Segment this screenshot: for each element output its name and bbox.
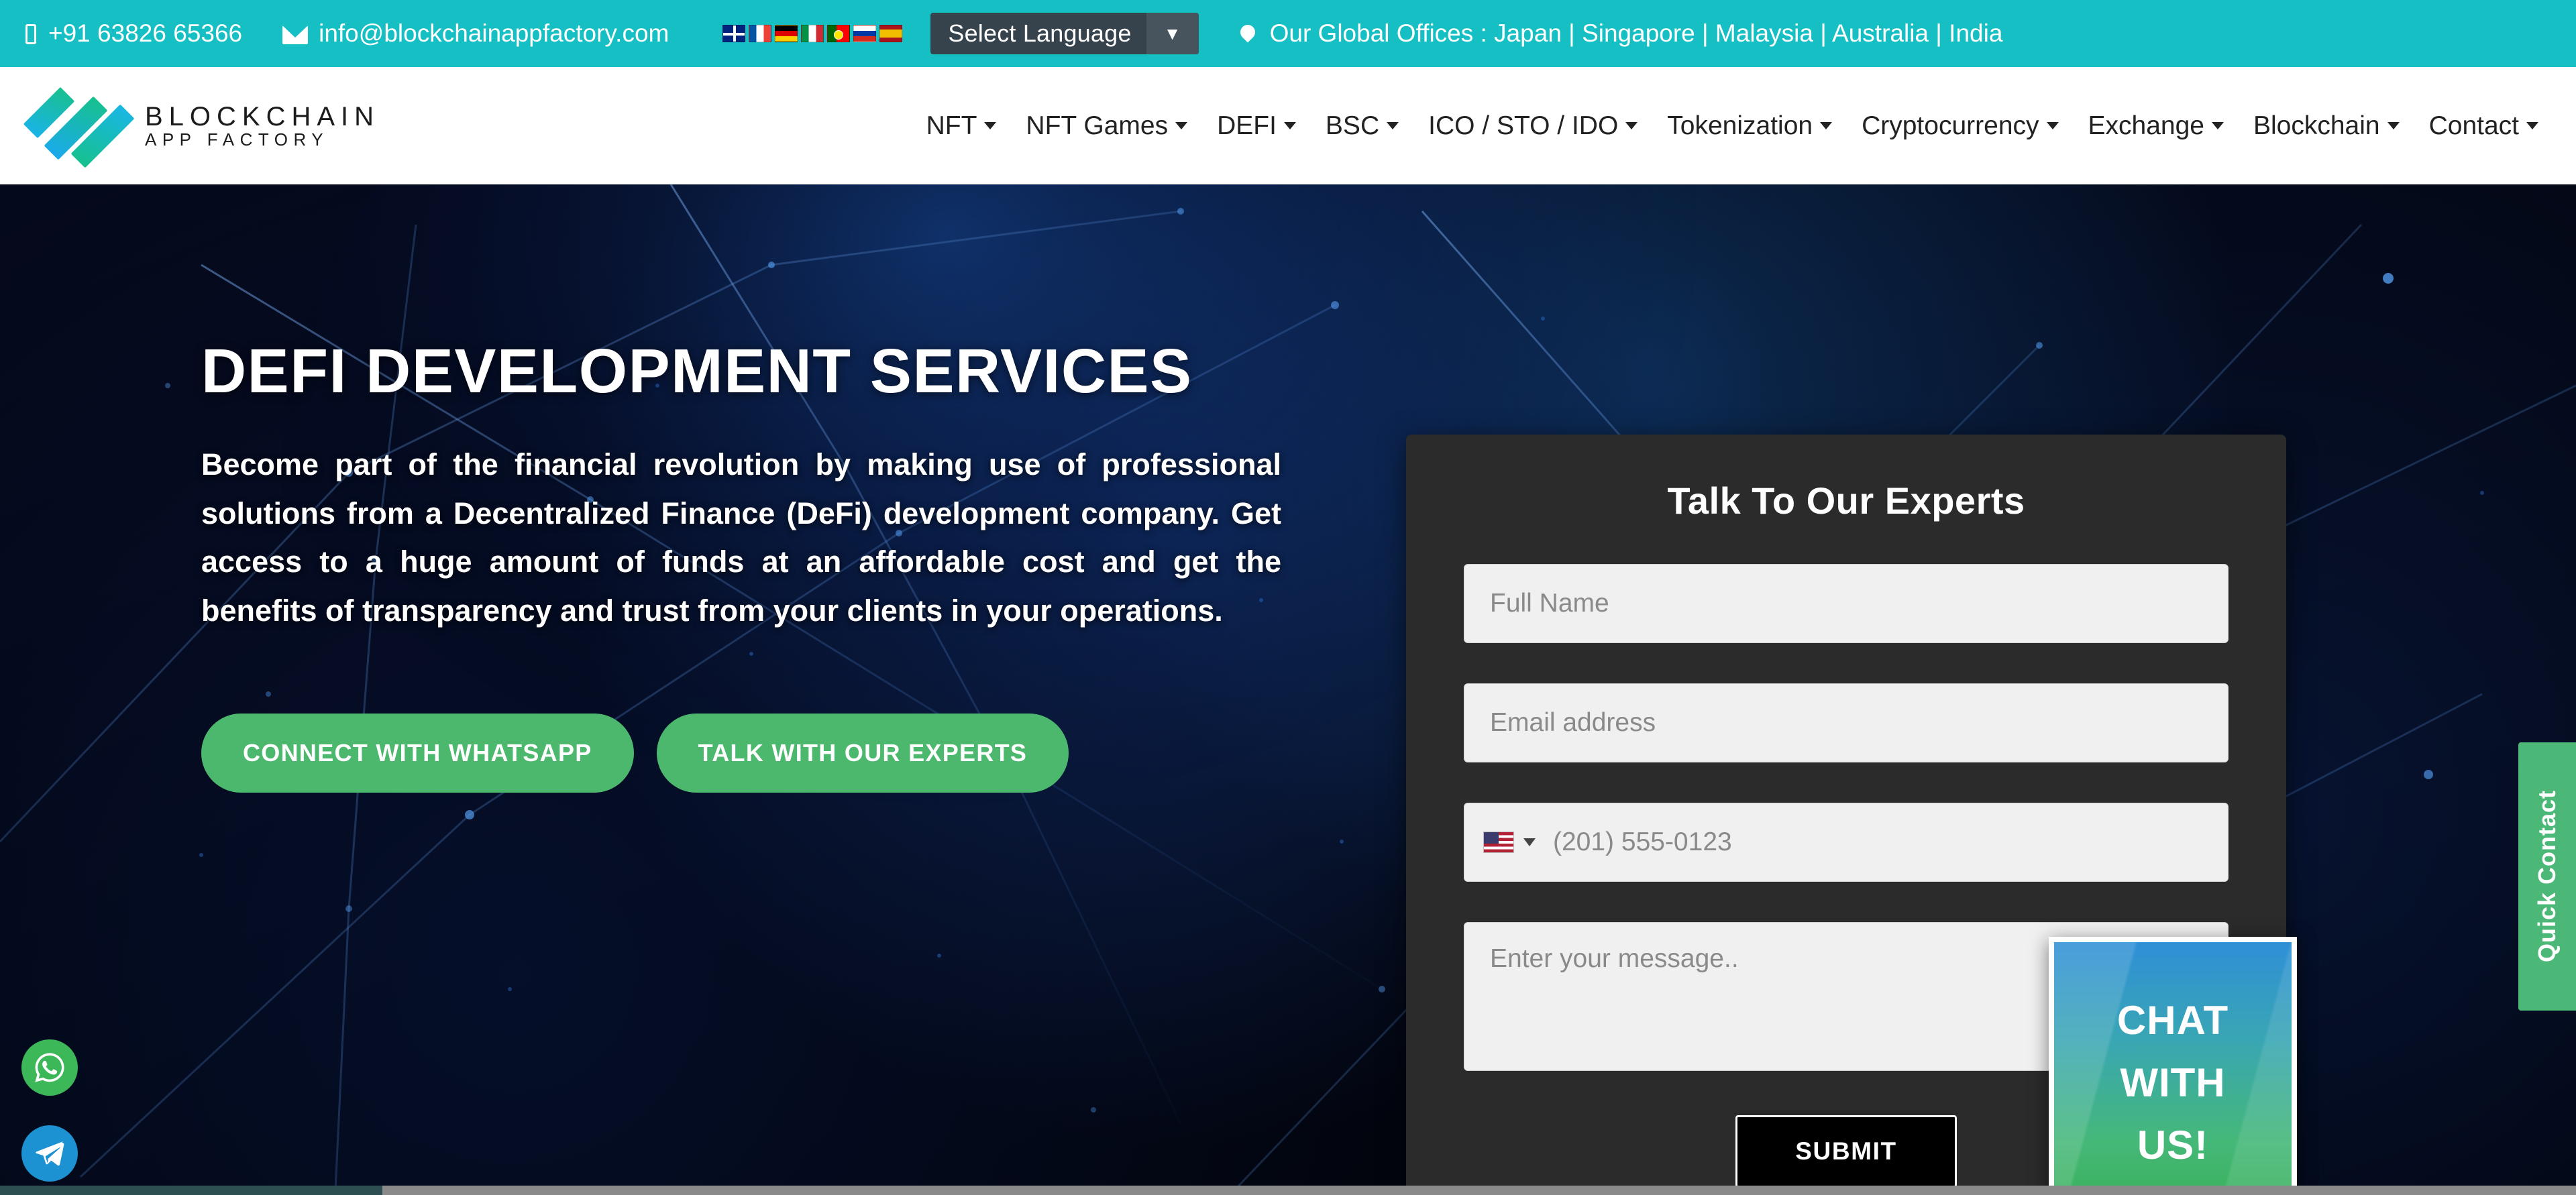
flag-italy-icon[interactable] xyxy=(801,25,824,42)
nav-item-label: Blockchain xyxy=(2253,111,2380,140)
chevron-down-icon xyxy=(984,122,997,129)
floating-social-buttons xyxy=(21,1039,78,1195)
flag-spain-icon[interactable] xyxy=(879,25,903,42)
nav-item-bsc[interactable]: BSC xyxy=(1311,111,1413,141)
phone-input[interactable]: (201) 555-0123 xyxy=(1464,803,2229,882)
topbar-email[interactable]: info@blockchainappfactory.com xyxy=(282,19,669,48)
hero-content: DEFI DEVELOPMENT SERVICES Become part of… xyxy=(201,336,1328,793)
ribbon-line-2: WITH xyxy=(2120,1060,2226,1105)
nav-item-label: Tokenization xyxy=(1667,111,1813,140)
flag-united-states-icon[interactable] xyxy=(1483,832,1514,853)
nav-item-label: ICO / STO / IDO xyxy=(1428,111,1619,140)
hero-section: DEFI DEVELOPMENT SERVICES Become part of… xyxy=(0,184,2576,1195)
telegram-float-button[interactable] xyxy=(21,1125,78,1182)
site-header: BLOCKCHAIN APP FACTORY NFT NFT Games DEF… xyxy=(0,67,2576,184)
nav-item-label: Cryptocurrency xyxy=(1862,111,2039,140)
email-placeholder: Email address xyxy=(1490,708,1656,737)
chevron-down-icon xyxy=(1175,122,1188,129)
language-selector-label: Select Language xyxy=(948,19,1132,47)
nav-item-blockchain[interactable]: Blockchain xyxy=(2239,111,2414,141)
email-input[interactable]: Email address xyxy=(1464,683,2229,762)
nav-item-label: NFT xyxy=(926,111,977,140)
flag-france-icon[interactable] xyxy=(749,25,772,42)
chevron-down-icon xyxy=(1625,122,1638,129)
scrollbar-thumb[interactable] xyxy=(0,1186,382,1195)
nav-item-label: DEFI xyxy=(1217,111,1277,140)
form-title: Talk To Our Experts xyxy=(1667,479,2025,522)
global-offices: Our Global Offices : Japan | Singapore |… xyxy=(1237,19,2003,48)
top-contact-bar: +91 63826 65366 info@blockchainappfactor… xyxy=(0,0,2576,67)
chevron-down-icon xyxy=(2526,122,2538,129)
message-placeholder: Enter your message.. xyxy=(1490,944,1739,973)
flag-germany-icon[interactable] xyxy=(775,25,798,42)
quick-contact-tab[interactable]: Quick Contact xyxy=(2518,742,2576,1011)
nav-item-tokenization[interactable]: Tokenization xyxy=(1652,111,1847,141)
chevron-down-icon xyxy=(1283,122,1296,129)
nav-item-ico-sto-ido[interactable]: ICO / STO / IDO xyxy=(1413,111,1652,141)
nav-item-defi[interactable]: DEFI xyxy=(1202,111,1311,141)
nav-item-contact[interactable]: Contact xyxy=(2414,111,2553,141)
hero-cta-group: CONNECT WITH WHATSAPP TALK WITH OUR EXPE… xyxy=(201,714,1328,793)
nav-item-cryptocurrency[interactable]: Cryptocurrency xyxy=(1847,111,2073,141)
envelope-icon xyxy=(282,25,309,44)
hero-description: Become part of the financial revolution … xyxy=(201,447,1281,628)
whatsapp-icon xyxy=(35,1053,64,1082)
submit-button[interactable]: SUBMIT xyxy=(1735,1115,1957,1188)
flag-portugal-icon[interactable] xyxy=(827,25,851,42)
main-navigation: NFT NFT Games DEFI BSC ICO / STO / IDO T… xyxy=(912,111,2553,141)
flag-united-kingdom-icon[interactable] xyxy=(722,25,746,42)
full-name-input[interactable]: Full Name xyxy=(1464,564,2229,643)
full-name-placeholder: Full Name xyxy=(1490,589,1609,618)
logo-wordmark: BLOCKCHAIN APP FACTORY xyxy=(145,103,380,149)
nav-item-label: Exchange xyxy=(2088,111,2204,140)
chevron-down-icon[interactable] xyxy=(1523,838,1536,846)
language-flag-list xyxy=(722,25,903,42)
chat-with-us-ribbon[interactable]: CHAT WITH US! xyxy=(2049,937,2297,1195)
location-pin-icon xyxy=(1237,21,1258,43)
chevron-down-icon xyxy=(2387,122,2400,129)
nav-item-label: Contact xyxy=(2428,111,2519,140)
nav-item-nft-games[interactable]: NFT Games xyxy=(1011,111,1202,141)
chevron-down-icon xyxy=(1387,122,1399,129)
nav-item-label: NFT Games xyxy=(1026,111,1169,140)
language-selector[interactable]: Select Language ▼ xyxy=(930,13,1199,54)
chevron-down-icon xyxy=(2211,122,2224,129)
chevron-down-icon xyxy=(2046,122,2059,129)
chevron-down-icon xyxy=(1820,122,1833,129)
whatsapp-float-button[interactable] xyxy=(21,1039,78,1096)
connect-whatsapp-button[interactable]: CONNECT WITH WHATSAPP xyxy=(201,714,634,793)
talk-with-experts-button[interactable]: TALK WITH OUR EXPERTS xyxy=(656,714,1069,793)
page-title: DEFI DEVELOPMENT SERVICES xyxy=(201,336,1193,406)
topbar-phone[interactable]: +91 63826 65366 xyxy=(25,19,242,48)
logo-mark-icon xyxy=(23,87,135,168)
nav-item-exchange[interactable]: Exchange xyxy=(2074,111,2239,141)
quick-contact-label: Quick Contact xyxy=(2533,790,2561,963)
nav-item-label: BSC xyxy=(1325,111,1380,140)
topbar-email-address: info@blockchainappfactory.com xyxy=(319,19,669,47)
telegram-icon xyxy=(36,1141,64,1166)
logo-line-2: APP FACTORY xyxy=(145,129,329,150)
chevron-down-icon[interactable]: ▼ xyxy=(1146,13,1199,54)
nav-item-nft[interactable]: NFT xyxy=(912,111,1012,141)
logo-line-1: BLOCKCHAIN xyxy=(145,101,380,131)
phone-placeholder: (201) 555-0123 xyxy=(1553,828,1732,856)
topbar-phone-number: +91 63826 65366 xyxy=(48,19,243,47)
page-scrollbar[interactable] xyxy=(0,1186,2576,1195)
ribbon-line-1: CHAT xyxy=(2116,998,2229,1043)
ribbon-text: CHAT WITH US! xyxy=(2049,989,2297,1176)
global-offices-text: Our Global Offices : Japan | Singapore |… xyxy=(1269,19,2003,47)
flag-russia-icon[interactable] xyxy=(853,25,877,42)
phone-icon xyxy=(25,24,36,44)
site-logo[interactable]: BLOCKCHAIN APP FACTORY xyxy=(23,87,380,168)
ribbon-line-3: US! xyxy=(2137,1123,2209,1168)
